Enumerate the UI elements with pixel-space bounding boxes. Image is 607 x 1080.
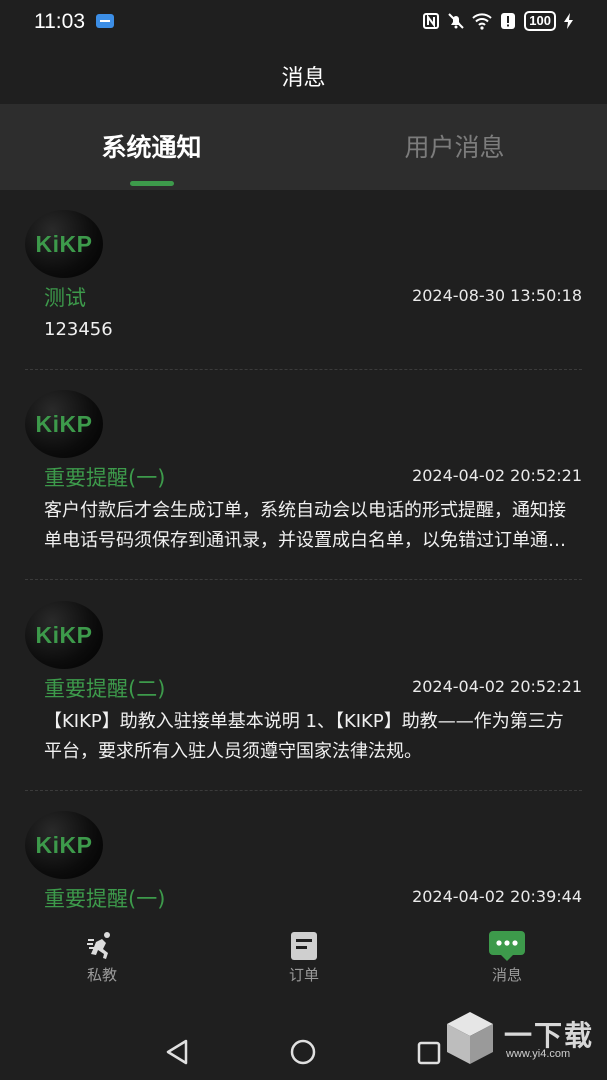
- list-item[interactable]: KiKP 测试 2024-08-30 13:50:18 123456: [25, 210, 582, 370]
- avatar-logo-text: KiKP: [35, 411, 93, 437]
- list-item[interactable]: KiKP 重要提醒(二) 2024-04-02 20:52:21 【KIKP】助…: [25, 601, 582, 791]
- home-icon[interactable]: [289, 1038, 317, 1066]
- battery-icon: 100: [524, 11, 556, 31]
- nfc-icon: [423, 13, 440, 29]
- message-time: 2024-04-02 20:52:21: [412, 466, 582, 485]
- watermark: 一下载 www.yi4.com: [444, 1010, 604, 1070]
- status-time: 11:03: [34, 10, 85, 33]
- list-item[interactable]: KiKP 重要提醒(一) 2024-04-02 20:39:44: [25, 811, 582, 918]
- message-body: 【KIKP】助教入驻接单基本说明 1、【KIKP】助教——作为第三方平台，要求所…: [44, 711, 564, 762]
- tab-indicator: [130, 181, 174, 186]
- avatar: KiKP: [25, 601, 103, 669]
- avatar: KiKP: [25, 210, 103, 278]
- watermark-url: www.yi4.com: [506, 1048, 571, 1060]
- status-icons: 100: [422, 11, 575, 31]
- message-time: 2024-04-02 20:52:21: [412, 677, 582, 696]
- cube-logo-icon: [447, 1012, 493, 1064]
- back-icon[interactable]: [164, 1038, 190, 1066]
- message-title: 重要提醒(一): [44, 466, 166, 490]
- nav-item-messages[interactable]: 消息: [447, 930, 567, 985]
- message-body: 客户付款后才会生成订单，系统自动会以电话的形式提醒，通知接单电话号码须保存到通讯…: [44, 500, 566, 551]
- tab-system-notice[interactable]: 系统通知: [0, 128, 303, 164]
- nav-item-coach[interactable]: 私教: [42, 930, 162, 985]
- nav-label: 订单: [288, 966, 319, 984]
- message-icon: [489, 931, 525, 961]
- nav-item-orders[interactable]: 订单: [244, 930, 364, 985]
- message-time: 2024-04-02 20:39:44: [412, 887, 582, 906]
- alert-icon: [501, 13, 516, 29]
- avatar: KiKP: [25, 811, 103, 879]
- message-title: 测试: [44, 286, 86, 310]
- page-title: 消息: [281, 66, 326, 91]
- avatar-logo-text: KiKP: [35, 832, 93, 858]
- nav-label: 私教: [86, 966, 117, 984]
- tab-bar: 系统通知 用户消息: [0, 104, 607, 190]
- usb-icon: [96, 14, 114, 28]
- charging-icon: [564, 13, 573, 29]
- wifi-icon: [472, 13, 492, 30]
- nav-label: 消息: [491, 966, 522, 984]
- recents-icon[interactable]: [416, 1040, 442, 1066]
- runner-icon: [87, 932, 110, 959]
- divider: [25, 790, 582, 791]
- message-title: 重要提醒(一): [44, 887, 166, 911]
- tab-user-messages[interactable]: 用户消息: [303, 128, 606, 164]
- mute-icon: [448, 13, 465, 29]
- divider: [25, 579, 582, 580]
- order-icon: [291, 932, 317, 960]
- message-title: 重要提醒(二): [44, 677, 166, 701]
- status-bar: 11:03 100: [0, 0, 607, 44]
- avatar-logo-text: KiKP: [35, 231, 93, 257]
- avatar: KiKP: [25, 390, 103, 458]
- title-bar: 消息: [0, 44, 607, 104]
- divider: [25, 369, 582, 370]
- message-list[interactable]: KiKP 测试 2024-08-30 13:50:18 123456 KiKP …: [0, 190, 607, 918]
- message-time: 2024-08-30 13:50:18: [412, 286, 582, 305]
- bottom-nav: 私教 订单 消息: [0, 918, 607, 1000]
- avatar-logo-text: KiKP: [35, 622, 93, 648]
- message-body: 123456: [44, 319, 113, 340]
- list-item[interactable]: KiKP 重要提醒(一) 2024-04-02 20:52:21 客户付款后才会…: [25, 390, 582, 580]
